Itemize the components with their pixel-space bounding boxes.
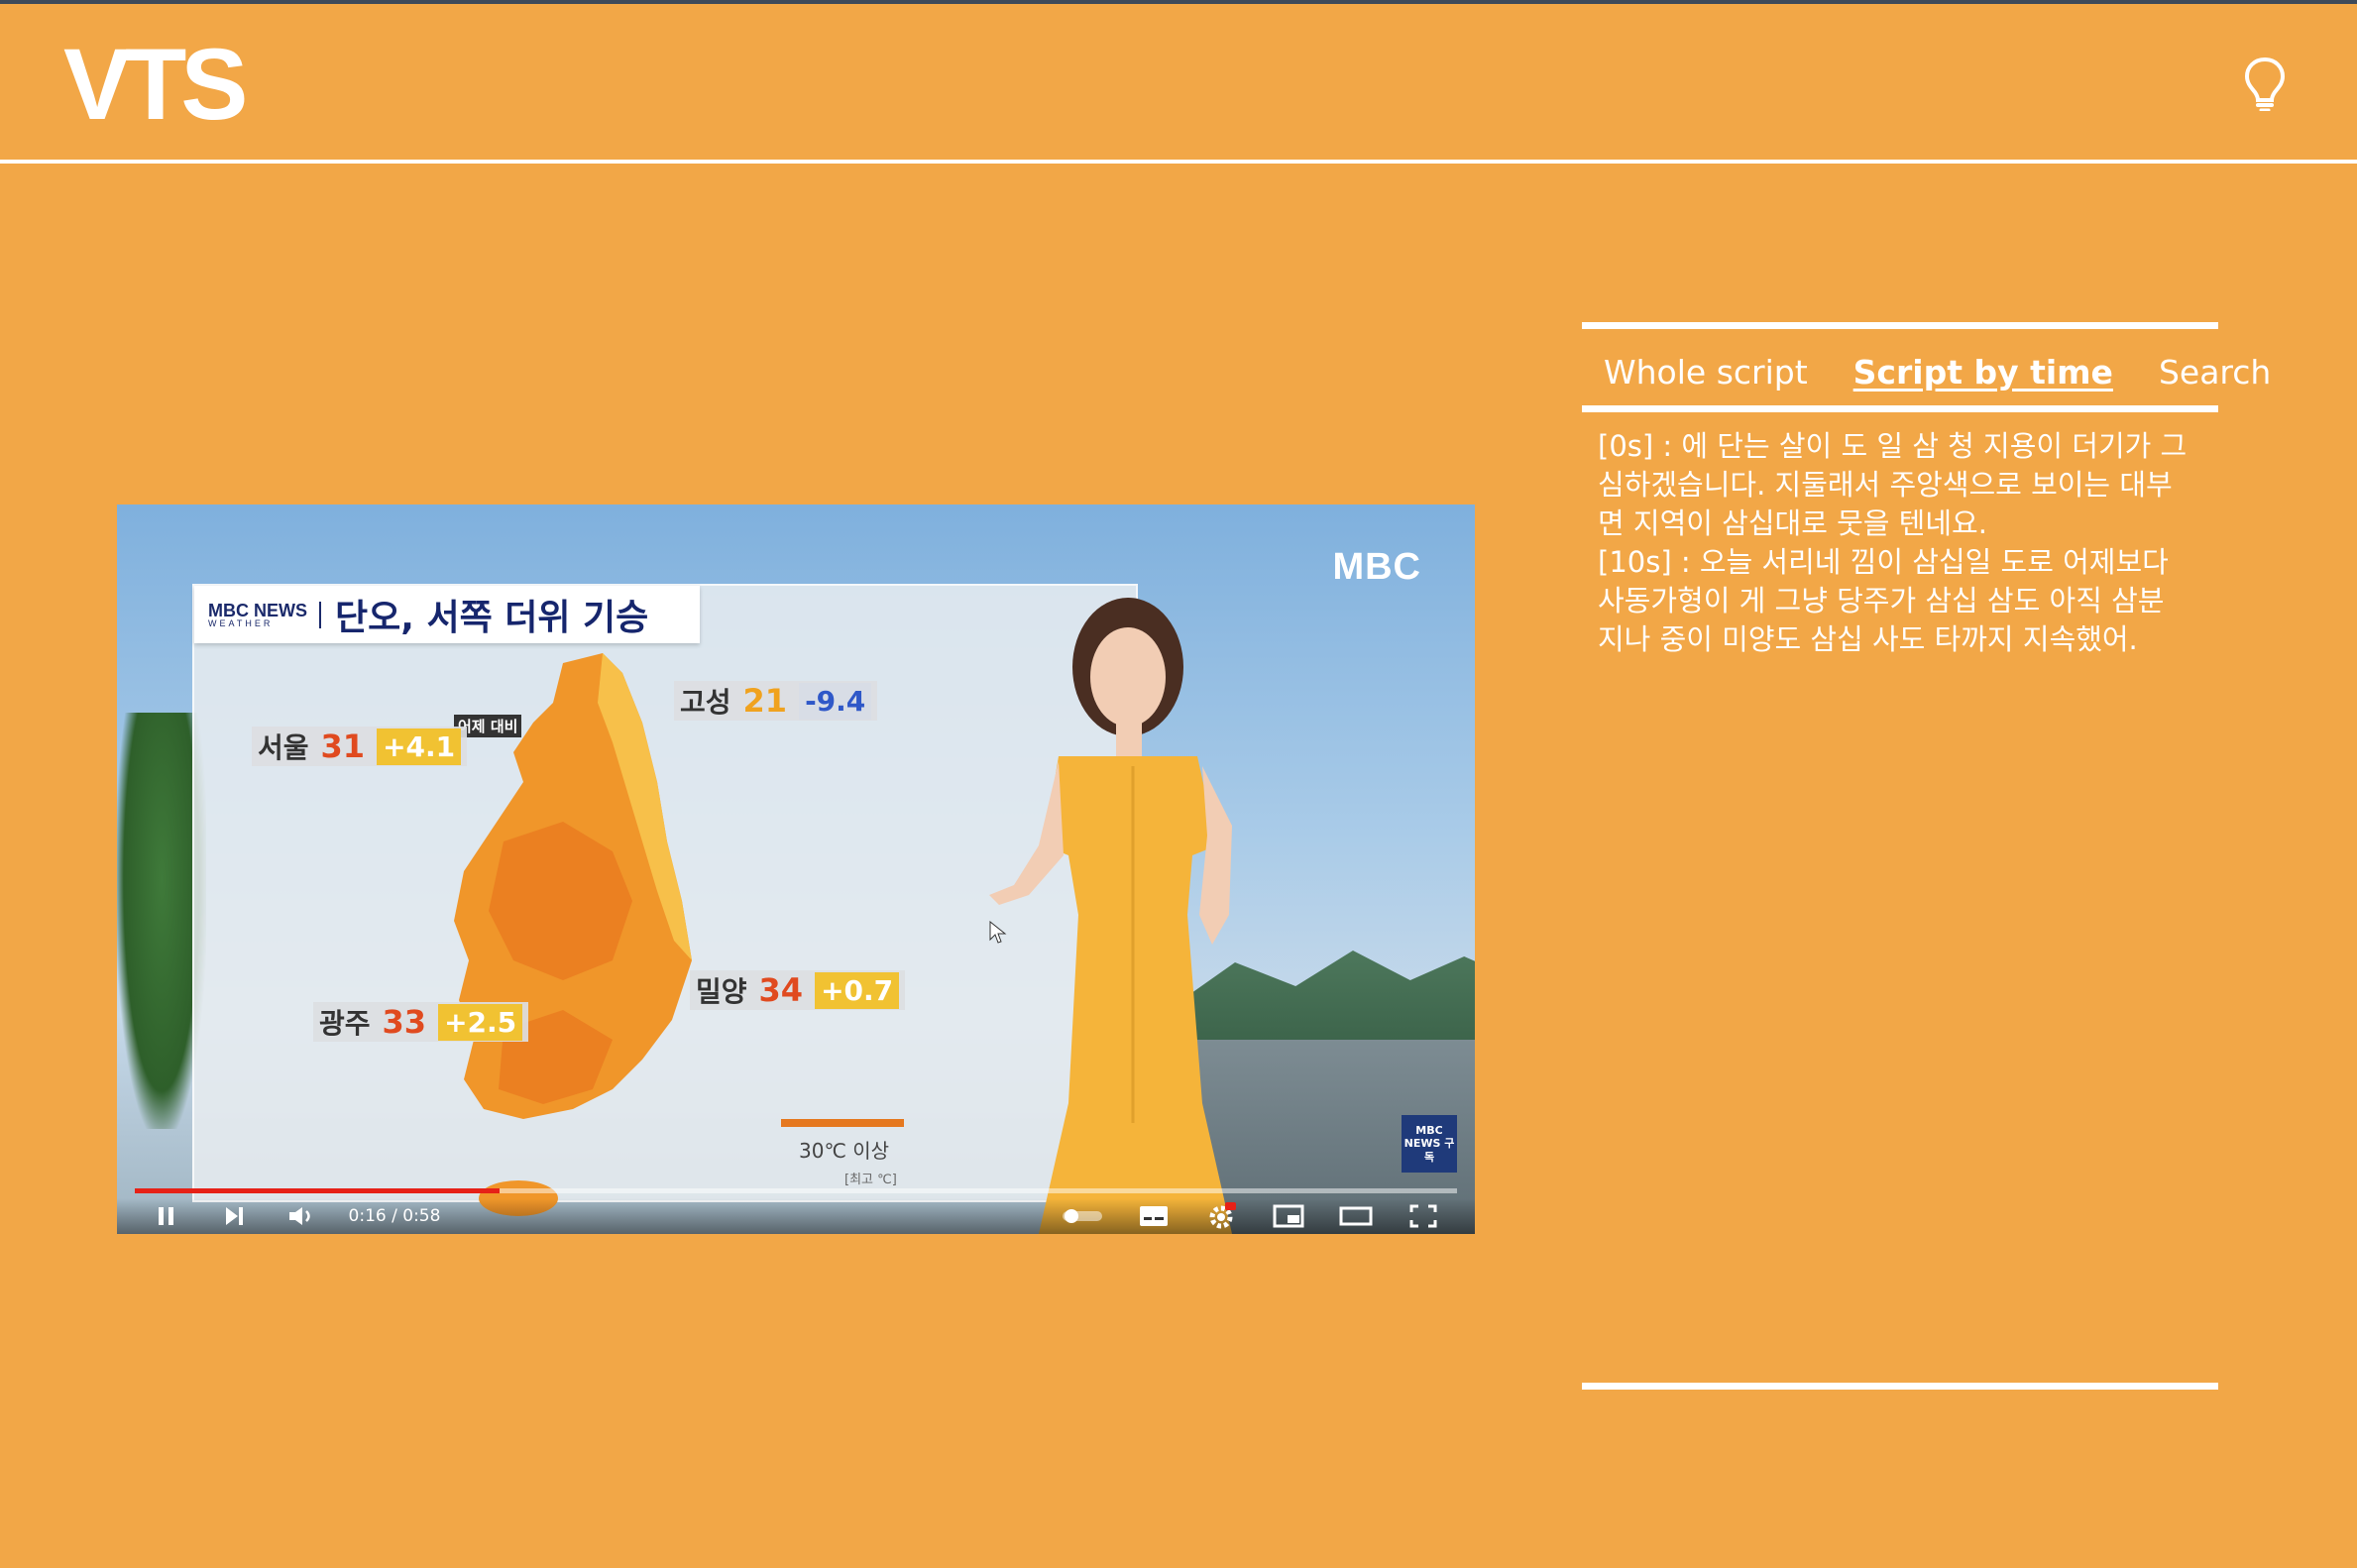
script-text: [0s] : 에 단는 살이 도 일 삼 청 지용이 더기가 그 심하겠습니다.… xyxy=(1598,427,2192,659)
app-header: VTS xyxy=(0,0,2357,163)
tab-script-by-time[interactable]: Script by time xyxy=(1853,353,2113,392)
city-diff: -9.4 xyxy=(799,682,872,720)
script-tabs-divider xyxy=(1582,405,2218,412)
script-line[interactable]: [0s] : 에 단는 살이 도 일 삼 청 지용이 더기가 그 심하겠습니다.… xyxy=(1598,427,2192,543)
legend-text: 30℃ 이상 xyxy=(799,1139,890,1163)
city-temp: 34 xyxy=(758,971,804,1009)
tab-search[interactable]: Search xyxy=(2159,353,2271,392)
city-name: 밀양 xyxy=(696,975,747,1008)
app-logo[interactable]: VTS xyxy=(63,34,248,135)
next-icon[interactable] xyxy=(220,1202,248,1230)
theater-mode-icon[interactable] xyxy=(1338,1202,1374,1230)
script-bottom-divider xyxy=(1582,1383,2218,1390)
city-temp: 31 xyxy=(320,728,366,765)
miniplayer-icon[interactable] xyxy=(1271,1202,1306,1230)
city-label-gwangju: 광주 33 +2.5 xyxy=(313,1002,529,1042)
progress-played xyxy=(135,1188,501,1193)
player-controls: 0:16 / 0:58 xyxy=(117,1198,1475,1234)
volume-icon[interactable] xyxy=(285,1202,317,1230)
fullscreen-icon[interactable] xyxy=(1405,1202,1441,1230)
city-name: 고성 xyxy=(680,686,731,719)
news-headline: 단오, 서쪽 더위 기승 xyxy=(335,598,649,638)
city-name: 광주 xyxy=(319,1007,371,1040)
legend-subtext: [최고 ℃] xyxy=(844,1173,897,1187)
header-divider xyxy=(0,160,2357,164)
channel-logo: MBC xyxy=(1332,546,1421,588)
video-player[interactable]: MBC MBC NEWS WEATHER 단오, 서쪽 더위 기승 어제 대비 … xyxy=(117,504,1475,1234)
mouse-cursor-icon xyxy=(989,921,1007,944)
city-diff: +0.7 xyxy=(815,971,900,1009)
city-label-miryang: 밀양 34 +0.7 xyxy=(690,970,906,1010)
autoplay-toggle-icon[interactable] xyxy=(1059,1202,1106,1230)
news-title-bar: MBC NEWS WEATHER 단오, 서쪽 더위 기승 xyxy=(194,586,700,643)
presenter-figure xyxy=(989,598,1232,1234)
settings-gear-icon[interactable] xyxy=(1203,1202,1239,1230)
city-diff: +4.1 xyxy=(377,728,462,765)
city-label-seoul: 서울 31 +4.1 xyxy=(252,727,468,766)
subtitles-icon[interactable] xyxy=(1136,1202,1172,1230)
subscribe-badge[interactable]: MBC NEWS 구독 xyxy=(1402,1115,1457,1173)
script-panel: Whole script Script by time Search [0s] … xyxy=(1582,322,2271,1391)
news-brand-name: MBC NEWS xyxy=(208,600,307,620)
city-temp: 21 xyxy=(742,682,788,720)
city-label-goseong: 고성 21 -9.4 xyxy=(674,681,878,721)
script-top-divider xyxy=(1582,322,2218,329)
news-brand-sub: WEATHER xyxy=(208,617,274,628)
time-display: 0:16 / 0:58 xyxy=(348,1206,441,1226)
tab-whole-script[interactable]: Whole script xyxy=(1604,353,1808,392)
progress-bar[interactable] xyxy=(135,1188,1457,1193)
script-line[interactable]: [10s] : 오늘 서리네 낌이 삼십일 도로 어제보다 사동가형이 게 그냥… xyxy=(1598,543,2192,659)
city-name: 서울 xyxy=(258,731,309,764)
legend-color-bar xyxy=(781,1119,904,1127)
city-diff: +2.5 xyxy=(438,1003,523,1041)
city-temp: 33 xyxy=(382,1003,427,1041)
pause-icon[interactable] xyxy=(153,1202,180,1230)
lightbulb-icon[interactable] xyxy=(2242,56,2288,111)
script-tabs: Whole script Script by time Search xyxy=(1582,342,2271,401)
news-brand: MBC NEWS WEATHER xyxy=(208,600,321,628)
